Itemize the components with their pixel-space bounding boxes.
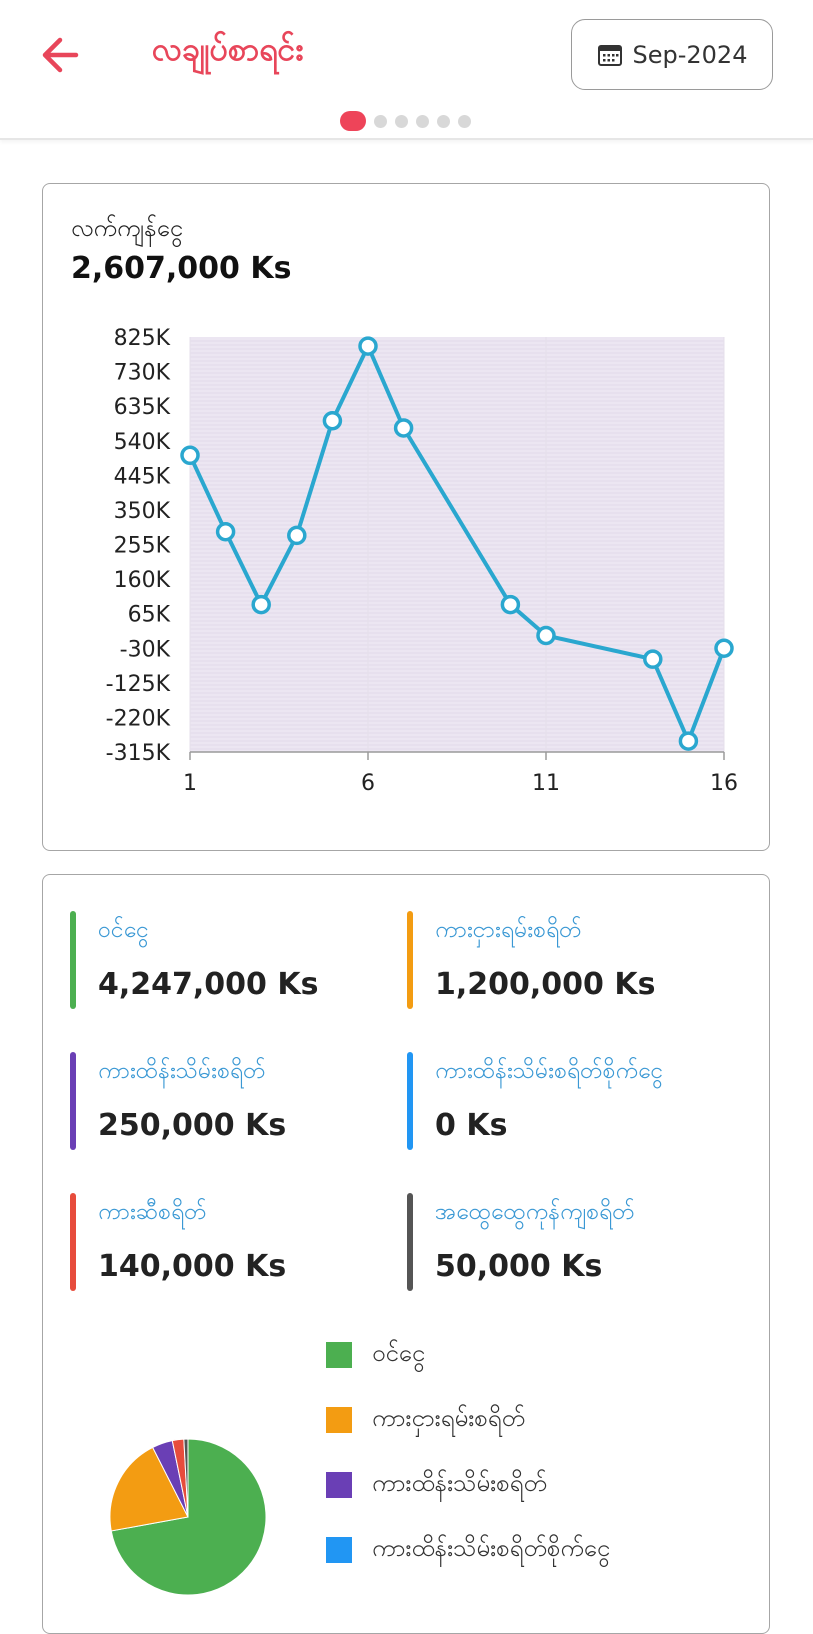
summary-stat: ဝင်ငွေ 4,247,000 Ks	[70, 911, 390, 1011]
data-point[interactable]	[643, 649, 663, 669]
data-point[interactable]	[714, 638, 734, 658]
page-dot[interactable]	[340, 111, 366, 131]
stat-value: 1,200,000 Ks	[435, 967, 656, 1002]
data-point[interactable]	[678, 731, 699, 751]
legend-item: ကားထိန်းသိမ်းစရိတ်စိုက်ငွေ	[326, 1534, 611, 1565]
month-label: Sep-2024	[632, 40, 748, 69]
x-tick-label: 1	[183, 771, 197, 796]
summary-stat: ကားငှားရမ်းစရိတ် 1,200,000 Ks	[407, 911, 727, 1011]
stat-value: 50,000 Ks	[435, 1249, 603, 1284]
calendar-icon	[597, 44, 622, 66]
stat-value: 250,000 Ks	[98, 1108, 287, 1143]
stat-color-bar	[407, 1052, 413, 1150]
summary-card: ဝင်ငွေ 4,247,000 Ks ကားငှားရမ်းစရိတ် 1,200,…	[42, 874, 770, 1634]
y-tick-label: -30K	[120, 637, 171, 662]
balance-line-chart: 1 6 11 16825K730K635K540K445K350K255K160K65…	[106, 326, 738, 796]
y-tick-label: 350K	[114, 499, 171, 524]
expense-pie-chart	[109, 1438, 267, 1596]
data-point[interactable]	[287, 525, 307, 546]
page-title: လချုပ်စာရင်း	[152, 30, 304, 68]
data-point[interactable]	[180, 445, 200, 466]
stat-color-bar	[407, 911, 413, 1009]
arrow-left-icon	[42, 37, 79, 73]
stat-label: ကားထိန်းသိမ်းစရိတ်စိုက်ငွေ	[435, 1058, 664, 1084]
summary-stat: ကားဆီစရိတ် 140,000 Ks	[70, 1193, 390, 1293]
balance-card: လက်ကျန်ငွေ 2,607,000 Ks 1 6 11 16 825K 730K 63…	[42, 183, 770, 851]
stat-color-bar	[407, 1193, 413, 1291]
stat-label: ကားဆီစရိတ်	[98, 1199, 207, 1225]
y-tick-label: 65K	[128, 603, 171, 628]
summary-stat: ကားထိန်းသိမ်းစရိတ် 250,000 Ks	[70, 1052, 390, 1152]
legend-item: ကားထိန်းသိမ်းစရိတ်	[326, 1469, 547, 1500]
y-tick-label: 825K	[114, 326, 171, 351]
legend-swatch	[326, 1472, 352, 1498]
month-picker-button[interactable]: Sep-2024	[571, 19, 773, 90]
page-dot[interactable]	[416, 114, 429, 128]
legend-item: ဝင်ငွေ	[326, 1339, 426, 1370]
page-dot[interactable]	[374, 114, 387, 128]
stat-value: 4,247,000 Ks	[98, 967, 319, 1002]
legend-swatch	[326, 1407, 352, 1433]
stat-color-bar	[70, 911, 76, 1009]
data-point[interactable]	[215, 522, 236, 542]
y-tick-label: 160K	[114, 568, 171, 593]
legend-label: ကားထိန်းသိမ်းစရိတ်	[372, 1469, 547, 1497]
x-tick-label: 11	[532, 771, 560, 796]
y-tick-label: 255K	[114, 534, 171, 559]
data-point[interactable]	[500, 594, 521, 615]
stat-value: 0 Ks	[435, 1108, 508, 1143]
legend-label: ကားထိန်းသိမ်းစရိတ်စိုက်ငွေ	[372, 1534, 611, 1562]
page-indicator	[340, 111, 471, 131]
stat-color-bar	[70, 1193, 76, 1291]
stat-label: ကားထိန်းသိမ်းစရိတ်	[98, 1058, 266, 1084]
stat-label: ဝင်ငွေ	[98, 917, 149, 943]
legend-swatch	[326, 1537, 352, 1563]
x-tick-label: 16	[710, 771, 738, 796]
data-point[interactable]	[393, 418, 414, 438]
summary-stat: အထွေထွေကုန်ကျစရိတ် 50,000 Ks	[407, 1193, 727, 1293]
legend-swatch	[326, 1342, 352, 1368]
data-point[interactable]	[322, 410, 343, 431]
page-dot[interactable]	[458, 114, 471, 128]
data-point[interactable]	[251, 594, 271, 615]
summary-stat: ကားထိန်းသိမ်းစရိတ်စိုက်ငွေ 0 Ks	[407, 1052, 727, 1152]
y-tick-label: 635K	[114, 395, 171, 420]
legend-label: ဝင်ငွေ	[372, 1339, 426, 1367]
page-dot[interactable]	[437, 114, 450, 128]
stat-value: 140,000 Ks	[98, 1249, 287, 1284]
legend-label: ကားငှားရမ်းစရိတ်	[372, 1404, 525, 1432]
stat-label: အထွေထွေကုန်ကျစရိတ်	[435, 1199, 635, 1225]
y-tick-label: 445K	[114, 464, 171, 489]
page-dot[interactable]	[395, 114, 408, 128]
y-tick-label: -220K	[106, 706, 171, 731]
y-tick-label: -315K	[106, 741, 171, 766]
y-tick-label: 540K	[114, 430, 171, 455]
stat-label: ကားငှားရမ်းစရိတ်	[435, 917, 582, 943]
x-tick-label: 6	[361, 771, 375, 796]
data-point[interactable]	[358, 336, 378, 356]
app-header: လချုပ်စာရင်း Sep-2024	[0, 0, 813, 140]
y-tick-label: -125K	[106, 672, 171, 697]
y-tick-label: 730K	[114, 361, 171, 386]
data-point[interactable]	[536, 625, 556, 646]
legend-item: ကားငှားရမ်းစရိတ်	[326, 1404, 525, 1435]
back-button[interactable]	[36, 30, 86, 80]
stat-color-bar	[70, 1052, 76, 1150]
